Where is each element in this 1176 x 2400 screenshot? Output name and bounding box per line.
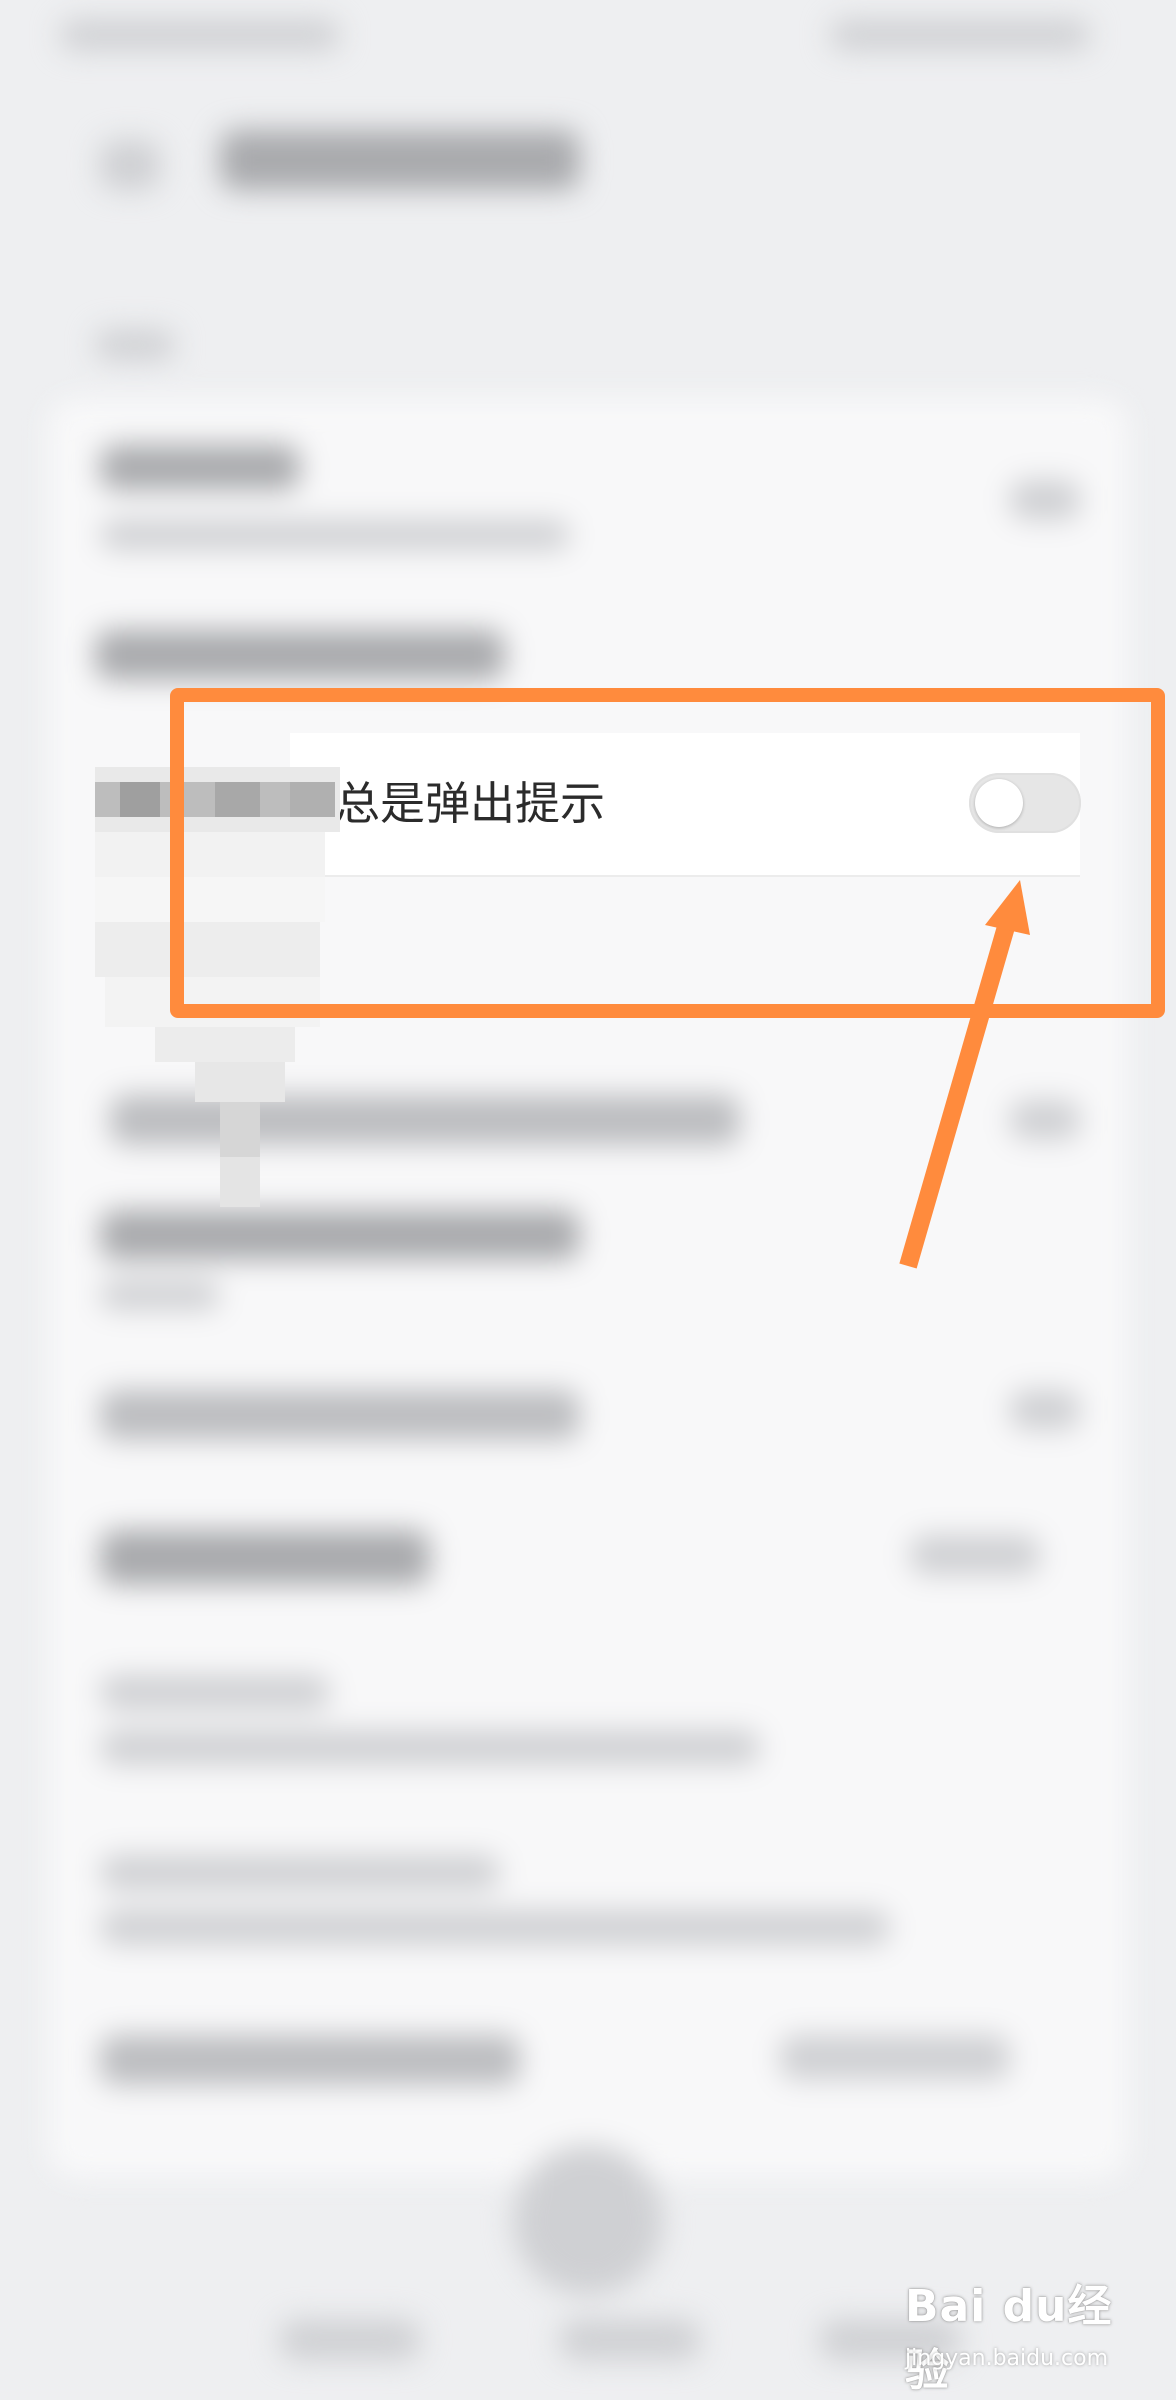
- baidu-jingyan-watermark: Bai du经验 jingyan.baidu.com: [905, 2270, 1145, 2396]
- watermark-brand: Bai du经验: [905, 2281, 1113, 2396]
- watermark-url: jingyan.baidu.com: [905, 2346, 1109, 2371]
- highlight-box: [170, 688, 1165, 1018]
